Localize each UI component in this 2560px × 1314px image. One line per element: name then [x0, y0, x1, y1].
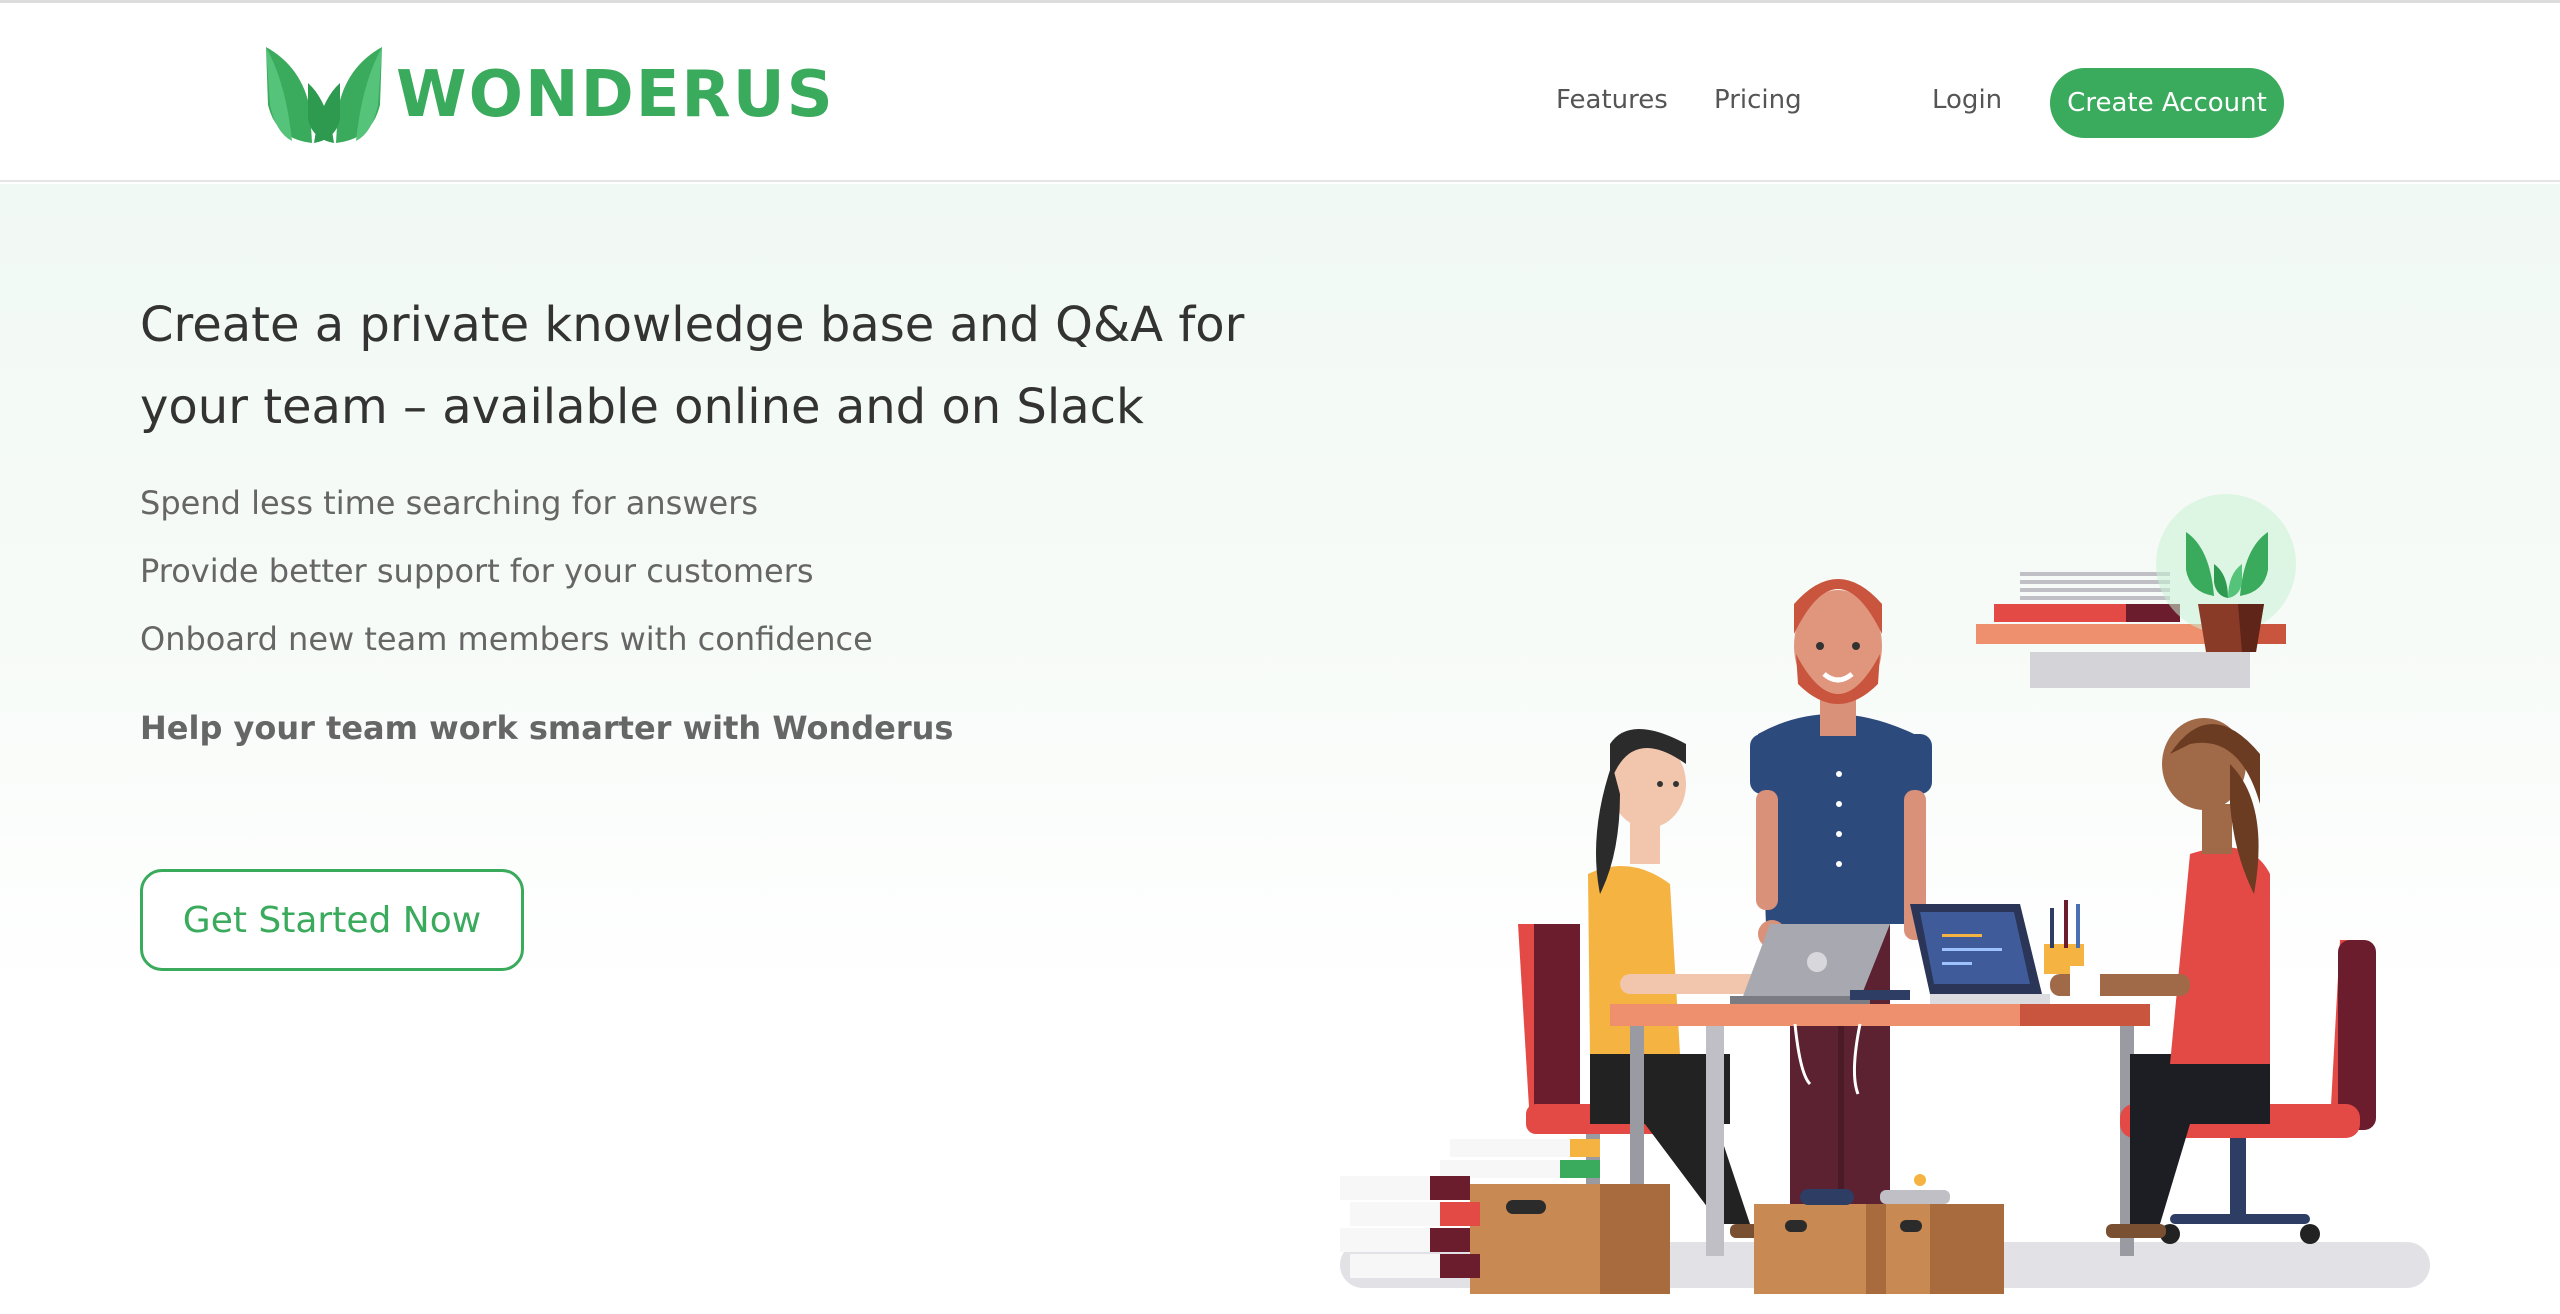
get-started-button[interactable]: Get Started Now: [140, 869, 524, 971]
nav-login-link[interactable]: Login: [1932, 85, 2002, 115]
brand-name: WONDERUS: [396, 58, 835, 132]
hero-headline: Create a private knowledge base and Q&A …: [140, 297, 1245, 435]
nav-pricing-link[interactable]: Pricing: [1714, 85, 1802, 115]
laptop-right: [1910, 904, 2050, 1004]
standing-man: [1750, 579, 1932, 1254]
team-meeting-illustration: [1340, 494, 2430, 1294]
leaf-logo-icon: [266, 47, 382, 143]
site-header: WONDERUS Features Pricing Login Create A…: [0, 3, 2560, 182]
brand-logo[interactable]: WONDERUS: [262, 43, 835, 147]
pen-cup: [2044, 900, 2084, 974]
hero-tagline: Help your team work smarter with Wonderu…: [140, 709, 954, 747]
hero-section: Create a private knowledge base and Q&A …: [0, 184, 2560, 1294]
nav-features-link[interactable]: Features: [1556, 85, 1668, 115]
benefit-item: Provide better support for your customer…: [140, 552, 814, 590]
create-account-button[interactable]: Create Account: [2050, 68, 2284, 138]
benefit-list: Spend less time searching for answers Pr…: [140, 469, 1240, 673]
benefit-item: Onboard new team members with confidence: [140, 620, 873, 658]
benefit-item: Spend less time searching for answers: [140, 484, 759, 522]
